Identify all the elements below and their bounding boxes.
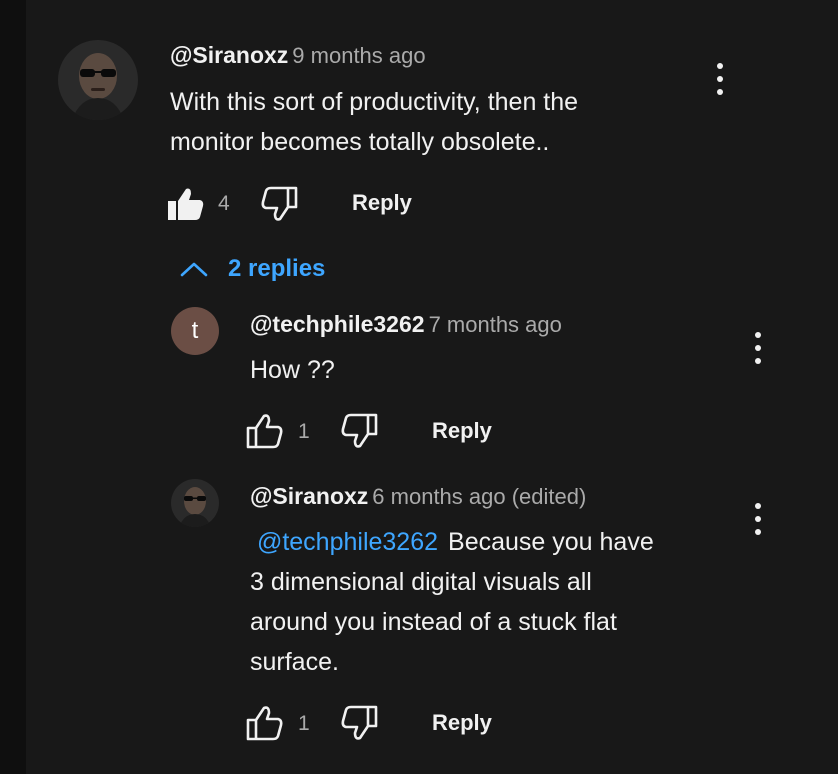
avatar-image <box>171 479 219 527</box>
more-vert-icon <box>748 330 768 366</box>
thumb-up-icon <box>246 414 283 449</box>
comment-text-line: surface. <box>250 648 339 676</box>
dislike-button[interactable] <box>340 413 378 454</box>
more-actions-button[interactable] <box>748 501 768 537</box>
comment-time[interactable]: 7 months ago <box>429 312 562 337</box>
reply-button[interactable]: Reply <box>432 418 492 444</box>
thumb-down-icon <box>341 413 378 448</box>
dislike-button[interactable] <box>260 186 298 227</box>
comment-text: With this sort of productivity, then the… <box>170 82 578 162</box>
avatar-image <box>58 40 138 120</box>
more-vert-icon <box>748 501 768 537</box>
reply-avatar[interactable]: t <box>171 307 219 355</box>
comment-time[interactable]: 6 months ago (edited) <box>372 484 586 509</box>
replies-toggle[interactable]: 2 replies <box>180 255 325 283</box>
avatar-initial: t <box>171 307 219 355</box>
reply-button[interactable]: Reply <box>352 190 412 216</box>
comment-text-line: @techphile3262 Because you have <box>256 528 654 556</box>
thumb-down-icon <box>341 705 378 740</box>
dislike-button[interactable] <box>340 705 378 746</box>
reply-button[interactable]: Reply <box>432 710 492 736</box>
like-button[interactable] <box>246 413 284 454</box>
reply-avatar[interactable] <box>171 479 219 527</box>
mention-link[interactable]: @techphile3262 <box>257 528 438 556</box>
like-button[interactable] <box>246 705 284 746</box>
like-count: 1 <box>298 420 310 443</box>
more-vert-icon <box>710 61 730 97</box>
like-count: 1 <box>298 712 310 735</box>
comment-header: @Siranoxz 9 months ago <box>170 42 426 69</box>
comment-time[interactable]: 9 months ago <box>292 43 425 68</box>
more-actions-button[interactable] <box>710 61 730 97</box>
thumb-up-icon <box>168 188 204 220</box>
like-count: 4 <box>218 192 230 215</box>
comment-text-line: With this sort of productivity, then the <box>170 88 579 116</box>
chevron-up-icon <box>180 262 208 277</box>
replies-count-label: 2 replies <box>228 255 326 282</box>
avatar[interactable] <box>58 40 138 120</box>
comment-text-line: around you instead of a stuck flat <box>250 608 617 636</box>
reply-header: @techphile3262 7 months ago <box>250 311 562 338</box>
comment-text-line: monitor becomes totally obsolete.. <box>170 128 550 156</box>
author-name[interactable]: @Siranoxz <box>250 483 368 509</box>
thumb-down-icon <box>261 186 298 221</box>
reply-header: @Siranoxz 6 months ago (edited) <box>250 483 586 510</box>
like-button[interactable] <box>166 186 204 227</box>
reply-text: How ?? <box>250 356 335 384</box>
author-name[interactable]: @techphile3262 <box>250 311 425 337</box>
comment-text-line: 3 dimensional digital visuals all <box>250 568 592 596</box>
author-name[interactable]: @Siranoxz <box>170 42 288 68</box>
reply-text: @techphile3262 Because you have 3 dimensi… <box>250 522 720 682</box>
thumb-up-icon <box>246 706 283 741</box>
more-actions-button[interactable] <box>748 330 768 366</box>
